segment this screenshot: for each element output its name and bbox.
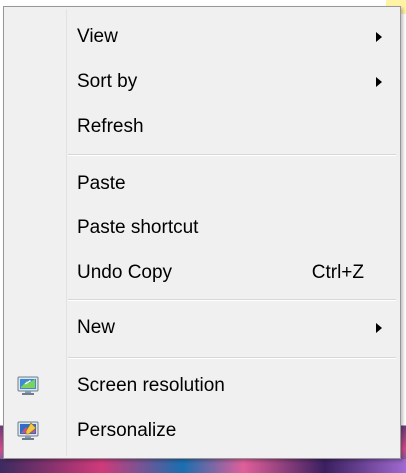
menu-item-shortcut: Ctrl+Z bbox=[311, 262, 364, 283]
submenu-arrow-icon bbox=[376, 32, 382, 42]
menu-item-personalize[interactable]: Personalize bbox=[6, 411, 398, 451]
menu-item-label: Paste bbox=[77, 173, 126, 194]
menu-item-refresh[interactable]: Refresh bbox=[6, 107, 398, 147]
menu-item-undo-copy[interactable]: Undo Copy Ctrl+Z bbox=[6, 253, 398, 293]
menu-item-sort-by[interactable]: Sort by bbox=[6, 62, 398, 102]
menu-item-label: Paste shortcut bbox=[77, 217, 199, 238]
menu-item-label: New bbox=[77, 317, 116, 338]
menu-item-label: Personalize bbox=[77, 420, 177, 441]
desktop-context-menu: View Sort by Refresh Paste Paste shortcu… bbox=[3, 6, 401, 459]
menu-separator bbox=[68, 357, 396, 359]
menu-item-label: Sort by bbox=[77, 71, 138, 92]
menu-item-view[interactable]: View bbox=[6, 17, 398, 57]
personalize-icon bbox=[17, 421, 39, 441]
menu-separator bbox=[68, 154, 396, 156]
desktop-wallpaper-strip bbox=[0, 459, 406, 473]
submenu-arrow-icon bbox=[376, 77, 382, 87]
menu-separator bbox=[68, 299, 396, 301]
menu-item-screen-resolution[interactable]: Screen resolution bbox=[6, 366, 398, 406]
menu-item-label: Refresh bbox=[77, 116, 144, 137]
submenu-arrow-icon bbox=[376, 323, 382, 333]
screen-resolution-icon bbox=[17, 376, 39, 396]
menu-item-label: Undo Copy bbox=[77, 262, 173, 283]
menu-item-label: View bbox=[77, 26, 118, 47]
menu-item-paste-shortcut[interactable]: Paste shortcut bbox=[6, 208, 398, 248]
menu-item-new[interactable]: New bbox=[6, 308, 398, 348]
menu-item-paste[interactable]: Paste bbox=[6, 164, 398, 204]
menu-item-label: Screen resolution bbox=[77, 375, 225, 396]
